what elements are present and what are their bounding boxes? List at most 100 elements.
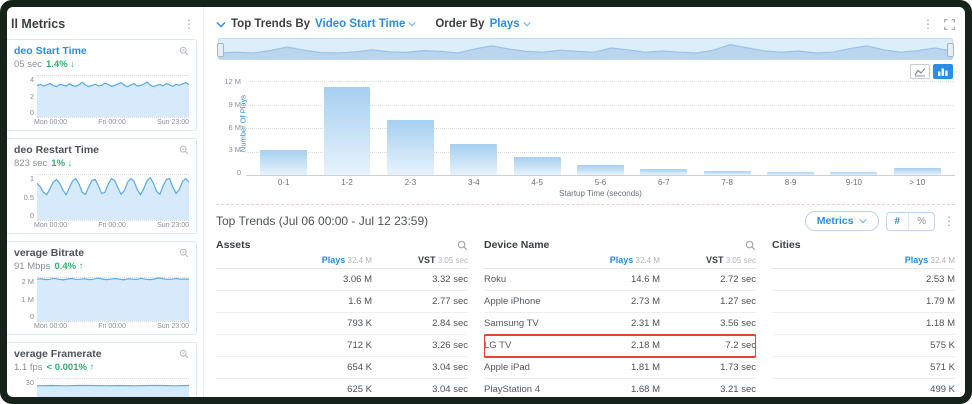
bar-rect[interactable] xyxy=(640,168,688,175)
column-header-plays[interactable]: Plays 32.4 M xyxy=(871,255,955,265)
row-value: 2.31 M xyxy=(630,318,660,329)
bar-rect[interactable] xyxy=(450,143,498,175)
metric-delta: 1.4% ↓ xyxy=(46,59,76,70)
time-range-brush[interactable] xyxy=(217,38,954,60)
table-row[interactable]: 499 K xyxy=(772,379,955,397)
bar-2-3[interactable] xyxy=(379,81,442,175)
section-title: Top Trends (Jul 06 00:00 - Jul 12 23:59) xyxy=(216,214,429,228)
gridline xyxy=(37,321,189,322)
bar-rect[interactable] xyxy=(893,167,941,175)
search-icon[interactable] xyxy=(745,240,756,251)
table-row[interactable]: 1.79 M xyxy=(772,291,955,313)
order-dropdown[interactable]: Plays xyxy=(490,18,531,30)
y-tick: 0.5 xyxy=(23,192,34,202)
bar-6-7[interactable] xyxy=(632,81,695,175)
bar-rect[interactable] xyxy=(703,170,751,175)
row-value: 575 K xyxy=(930,340,955,351)
row-name: PlayStation 4 xyxy=(484,384,540,395)
metric-card-average-framerate[interactable]: verage Framerate 1.1 fps< 0.001% ↑ 30 20 xyxy=(7,342,197,397)
chevron-down-icon xyxy=(858,218,867,224)
metric-delta: < 0.001% ↑ xyxy=(46,362,95,373)
table-row-highlighted[interactable]: LG TV 2.18 M 7.2 sec xyxy=(484,334,756,358)
bar-rect[interactable] xyxy=(386,120,434,175)
chart-type-toggle xyxy=(216,64,953,79)
bar-9-10[interactable] xyxy=(822,81,885,175)
device-name-table: Device Name Plays 32.4 M VST 3.05 sec Rok… xyxy=(484,239,756,397)
line-chart-toggle-button[interactable] xyxy=(910,64,930,79)
bar-3-4[interactable] xyxy=(442,81,505,175)
absolute-values-toggle[interactable]: # xyxy=(887,213,909,230)
table-row[interactable]: 712 K 3.26 sec xyxy=(216,335,468,357)
column-header-plays[interactable]: Plays 32.4 M xyxy=(288,255,372,265)
table-row[interactable]: 571 K xyxy=(772,357,955,379)
bar-5-6[interactable] xyxy=(569,81,632,175)
bar-rect[interactable] xyxy=(260,149,308,175)
bar-rect[interactable] xyxy=(577,164,624,175)
zoom-out-icon[interactable] xyxy=(179,349,189,359)
column-header-plays[interactable]: Plays 32.4 M xyxy=(576,255,660,265)
collapse-chevron-icon[interactable] xyxy=(216,21,226,28)
bar-1-2[interactable] xyxy=(315,81,378,175)
zoom-out-icon[interactable] xyxy=(179,145,189,155)
bar-chart-toggle-button[interactable] xyxy=(933,64,953,79)
bar-rect[interactable] xyxy=(830,172,878,175)
brush-handle-right[interactable] xyxy=(947,43,954,57)
row-value: 3.32 sec xyxy=(432,274,468,285)
table-row[interactable]: Apple iPad 1.81 M 1.73 sec xyxy=(484,357,756,379)
column-headers: Plays 32.4 M xyxy=(772,255,955,269)
table-row[interactable]: 625 K 3.04 sec xyxy=(216,379,468,397)
metric-card-video-start-time[interactable]: deo Start Time 05 sec 1.4% ↓ 4 2 0 Mon 0… xyxy=(7,39,197,131)
metric-delta: 0.4% ↑ xyxy=(54,261,84,272)
kebab-menu-icon[interactable]: ⋮ xyxy=(943,215,955,227)
sparkline-chart: 4 2 0 xyxy=(14,75,189,118)
bar-7-8[interactable] xyxy=(696,81,759,175)
y-tick: 1 xyxy=(29,174,34,183)
column-header-vst[interactable]: VST 3.05 sec xyxy=(384,255,468,265)
brush-handle-left[interactable] xyxy=(217,43,224,57)
row-value: 3.06 M xyxy=(342,274,372,285)
brush-area-svg xyxy=(219,39,952,59)
zoom-out-icon[interactable] xyxy=(179,46,189,56)
bar-0-1[interactable] xyxy=(252,81,315,175)
percent-values-toggle[interactable]: % xyxy=(908,212,934,230)
table-row[interactable]: 575 K xyxy=(772,335,955,357)
metric-card-video-restart-time[interactable]: deo Restart Time 823 sec 1% ↓ 1 0.5 0 Mo… xyxy=(7,138,197,234)
table-row[interactable]: 1.6 M 2.77 sec xyxy=(216,291,468,313)
x-tick-label: 6-7 xyxy=(658,178,670,187)
sparkline-chart: 2 M 1 M 0 xyxy=(14,277,189,322)
y-tick: 0 xyxy=(29,108,34,117)
kebab-menu-icon[interactable]: ⋮ xyxy=(922,18,934,30)
bar-8-9[interactable] xyxy=(759,81,822,175)
bar-> 10[interactable] xyxy=(886,81,949,175)
y-tick: 4 xyxy=(29,75,34,84)
table-row[interactable]: Samsung TV 2.31 M 3.56 sec xyxy=(484,313,756,335)
row-value: 3.26 sec xyxy=(432,340,468,351)
bar-rect[interactable] xyxy=(767,171,814,175)
table-row[interactable]: 793 K 2.84 sec xyxy=(216,313,468,335)
bar-rect[interactable] xyxy=(513,156,561,175)
dimension-dropdown[interactable]: Video Start Time xyxy=(315,18,416,30)
table-row[interactable]: 3.06 M 3.32 sec xyxy=(216,269,468,291)
x-tick-label: > 10 xyxy=(909,178,926,187)
main-panel: Top Trends By Video Start Time Order By … xyxy=(204,7,965,397)
table-row[interactable]: 1.18 M xyxy=(772,313,955,335)
assets-table: Assets Plays 32.4 M VST 3.05 sec 3.06 M 3.… xyxy=(216,239,468,397)
row-value: 1.68 M xyxy=(630,384,660,395)
x-tick-label: 4-5 xyxy=(531,178,543,187)
table-row[interactable]: 2.53 M xyxy=(772,269,955,291)
search-icon[interactable] xyxy=(457,240,468,251)
table-row[interactable]: Roku 14.6 M 2.72 sec xyxy=(484,269,756,291)
table-row[interactable]: 654 K 3.04 sec xyxy=(216,357,468,379)
table-row[interactable]: PlayStation 4 1.68 M 3.21 sec xyxy=(484,379,756,397)
zoom-out-icon[interactable] xyxy=(179,248,189,258)
metrics-dropdown-button[interactable]: Metrics xyxy=(804,211,879,231)
kebab-menu-icon[interactable]: ⋮ xyxy=(183,18,195,30)
bar-4-5[interactable] xyxy=(505,81,568,175)
row-value: 1.27 sec xyxy=(720,296,756,307)
expand-fullscreen-icon[interactable] xyxy=(944,18,955,30)
row-value: 1.81 M xyxy=(630,362,660,373)
metric-card-average-bitrate[interactable]: verage Bitrate 91 Mbps0.4% ↑ 2 M 1 M 0 xyxy=(7,241,197,335)
column-header-vst[interactable]: VST 3.05 sec xyxy=(672,255,756,265)
table-row[interactable]: Apple iPhone 2.73 M 1.27 sec xyxy=(484,291,756,313)
bar-rect[interactable] xyxy=(323,87,371,175)
